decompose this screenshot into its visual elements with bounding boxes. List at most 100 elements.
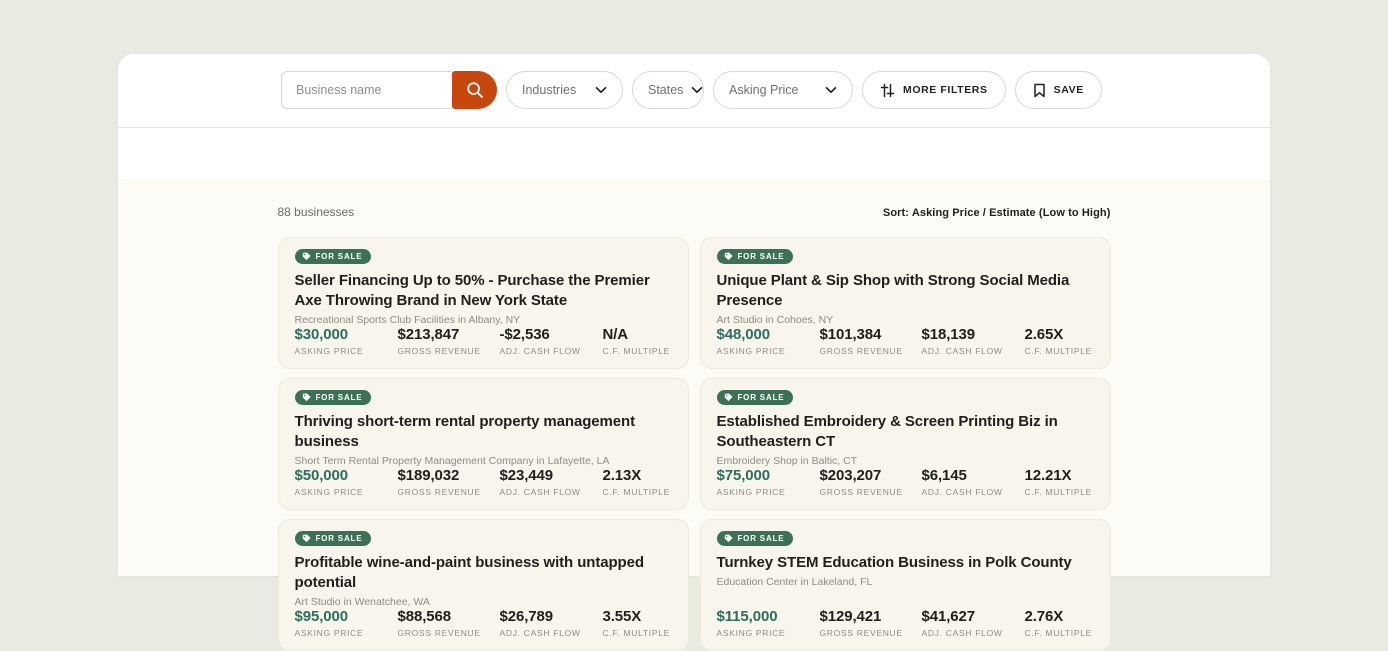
toolbar: Industries States Asking Price [281,54,1270,127]
more-filters-label: MORE FILTERS [903,84,988,96]
search-button[interactable] [452,71,497,109]
listing-card[interactable]: FOR SALE Profitable wine-and-paint busin… [278,519,689,651]
metrics-row: $115,000 ASKING PRICE $129,421 GROSS REV… [717,608,1094,638]
states-dropdown[interactable]: States [632,71,704,109]
metrics-row: $95,000 ASKING PRICE $88,568 GROSS REVEN… [295,608,672,638]
toolbar-divider [118,127,1270,128]
metric-adj-cash-flow: $41,627 ADJ. CASH FLOW [922,608,1025,638]
metric-value: $18,139 [922,326,1025,343]
listing-subtitle: Art Studio in Wenatchee, WA [295,596,672,608]
metric-label: C.F. MULTIPLE [603,487,672,497]
search-form [281,71,497,109]
for-sale-badge: FOR SALE [717,390,794,405]
sliders-icon [880,83,895,98]
search-input[interactable] [281,71,452,109]
more-filters-button[interactable]: MORE FILTERS [862,71,1006,109]
metrics-row: $75,000 ASKING PRICE $203,207 GROSS REVE… [717,467,1094,497]
save-button[interactable]: SAVE [1015,71,1102,109]
metric-gross-revenue: $88,568 GROSS REVENUE [398,608,500,638]
metric-label: GROSS REVENUE [398,487,500,497]
metric-cf-multiple: N/A C.F. MULTIPLE [603,326,672,356]
for-sale-badge-label: FOR SALE [738,252,785,261]
metric-cf-multiple: 3.55X C.F. MULTIPLE [603,608,672,638]
tag-icon [302,393,311,402]
metric-value: 2.65X [1025,326,1094,343]
metric-asking-price: $75,000 ASKING PRICE [717,467,820,497]
metric-cf-multiple: 2.13X C.F. MULTIPLE [603,467,672,497]
metric-asking-price: $115,000 ASKING PRICE [717,608,820,638]
metric-label: GROSS REVENUE [820,487,922,497]
metric-value: N/A [603,326,672,343]
metric-label: C.F. MULTIPLE [603,346,672,356]
listing-card[interactable]: FOR SALE Established Embroidery & Screen… [700,378,1111,510]
metric-value: $75,000 [717,467,820,484]
metric-label: GROSS REVENUE [398,628,500,638]
listing-card[interactable]: FOR SALE Thriving short-term rental prop… [278,378,689,510]
metric-label: ADJ. CASH FLOW [922,346,1025,356]
listing-title: Profitable wine-and-paint business with … [295,553,672,593]
listing-subtitle: Recreational Sports Club Facilities in A… [295,314,672,326]
metric-value: 2.13X [603,467,672,484]
metrics-row: $48,000 ASKING PRICE $101,384 GROSS REVE… [717,326,1094,356]
metric-label: C.F. MULTIPLE [1025,628,1094,638]
metric-asking-price: $95,000 ASKING PRICE [295,608,398,638]
metric-value: $88,568 [398,608,500,625]
metric-label: C.F. MULTIPLE [603,628,672,638]
listing-title: Turnkey STEM Education Business in Polk … [717,553,1094,573]
for-sale-badge: FOR SALE [717,531,794,546]
listing-title: Established Embroidery & Screen Printing… [717,412,1094,452]
metric-value: $101,384 [820,326,922,343]
metric-value: $189,032 [398,467,500,484]
industries-dropdown[interactable]: Industries [506,71,623,109]
listing-card[interactable]: FOR SALE Unique Plant & Sip Shop with St… [700,237,1111,369]
metric-gross-revenue: $203,207 GROSS REVENUE [820,467,922,497]
metric-gross-revenue: $213,847 GROSS REVENUE [398,326,500,356]
metric-value: $30,000 [295,326,398,343]
metric-label: GROSS REVENUE [398,346,500,356]
metric-value: $6,145 [922,467,1025,484]
metric-label: ASKING PRICE [717,346,820,356]
metric-adj-cash-flow: $23,449 ADJ. CASH FLOW [500,467,603,497]
for-sale-badge-label: FOR SALE [316,393,363,402]
for-sale-badge-label: FOR SALE [316,534,363,543]
listing-subtitle: Education Center in Lakeland, FL [717,576,1094,588]
metric-label: ADJ. CASH FLOW [500,346,603,356]
listing-card[interactable]: FOR SALE Turnkey STEM Education Business… [700,519,1111,651]
results-header: 88 businesses Sort: Asking Price / Estim… [278,179,1111,237]
metric-label: ASKING PRICE [295,487,398,497]
results-count: 88 businesses [278,205,355,219]
metric-label: ADJ. CASH FLOW [922,628,1025,638]
listing-title: Thriving short-term rental property mana… [295,412,672,452]
asking-price-dropdown[interactable]: Asking Price [713,71,853,109]
metric-adj-cash-flow: -$2,536 ADJ. CASH FLOW [500,326,603,356]
metric-cf-multiple: 2.76X C.F. MULTIPLE [1025,608,1094,638]
for-sale-badge: FOR SALE [717,249,794,264]
listings-grid: FOR SALE Seller Financing Up to 50% - Pu… [278,237,1111,651]
metric-value: 3.55X [603,608,672,625]
for-sale-badge-label: FOR SALE [738,393,785,402]
results-area: 88 businesses Sort: Asking Price / Estim… [118,179,1270,576]
metric-gross-revenue: $101,384 GROSS REVENUE [820,326,922,356]
listing-subtitle: Short Term Rental Property Management Co… [295,455,672,467]
metric-value: 12.21X [1025,467,1094,484]
metric-label: C.F. MULTIPLE [1025,346,1094,356]
metric-label: ADJ. CASH FLOW [500,628,603,638]
metric-gross-revenue: $189,032 GROSS REVENUE [398,467,500,497]
for-sale-badge: FOR SALE [295,531,372,546]
listing-title: Unique Plant & Sip Shop with Strong Soci… [717,271,1094,311]
metric-label: C.F. MULTIPLE [1025,487,1094,497]
metric-value: -$2,536 [500,326,603,343]
metric-asking-price: $50,000 ASKING PRICE [295,467,398,497]
asking-price-dropdown-label: Asking Price [729,83,798,97]
metric-value: $203,207 [820,467,922,484]
tag-icon [302,534,311,543]
sort-label[interactable]: Sort: Asking Price / Estimate (Low to Hi… [883,207,1111,219]
metric-value: 2.76X [1025,608,1094,625]
tag-icon [724,252,733,261]
for-sale-badge-label: FOR SALE [316,252,363,261]
metric-value: $50,000 [295,467,398,484]
metric-label: ADJ. CASH FLOW [922,487,1025,497]
metric-cf-multiple: 12.21X C.F. MULTIPLE [1025,467,1094,497]
listing-card[interactable]: FOR SALE Seller Financing Up to 50% - Pu… [278,237,689,369]
chevron-down-icon [825,86,837,94]
